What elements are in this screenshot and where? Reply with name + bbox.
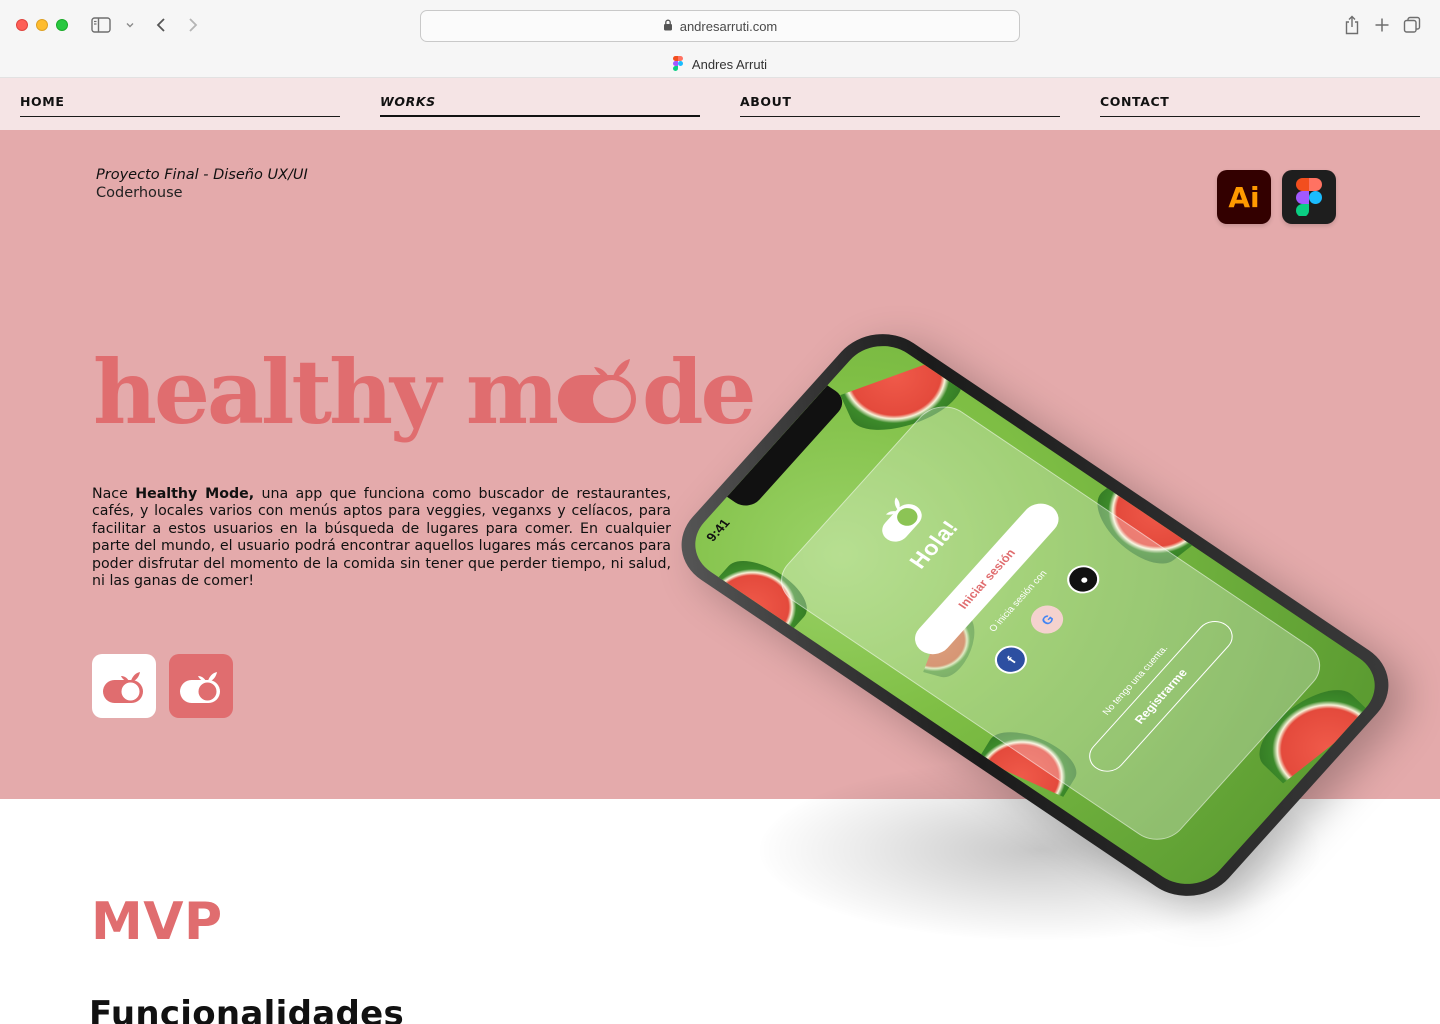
share-icon[interactable] xyxy=(1343,14,1361,36)
chevron-down-icon[interactable] xyxy=(123,14,137,36)
forward-icon[interactable] xyxy=(184,14,202,36)
apple-toggle-icon xyxy=(556,359,642,425)
window-controls xyxy=(16,19,68,31)
sidebar-toggle-icon[interactable] xyxy=(90,14,112,36)
minimize-window-button[interactable] xyxy=(36,19,48,31)
apple-icon[interactable]: ● xyxy=(1060,559,1106,600)
app-icon-light xyxy=(92,654,156,718)
zoom-window-button[interactable] xyxy=(56,19,68,31)
nav-works[interactable]: WORKS xyxy=(380,94,700,117)
project-title: Proyecto Final - Diseño UX/UI xyxy=(96,167,308,183)
register-button[interactable]: Registrarme xyxy=(1081,614,1241,779)
app-icon-dark xyxy=(169,654,233,718)
close-window-button[interactable] xyxy=(16,19,28,31)
back-icon[interactable] xyxy=(152,14,170,36)
lock-icon xyxy=(663,19,673,34)
apple-toggle-icon xyxy=(180,672,220,703)
status-time: 9:41 xyxy=(702,516,733,544)
nav-contact[interactable]: CONTACT xyxy=(1100,94,1420,117)
url-text: andresarruti.com xyxy=(679,18,778,34)
figma-icon xyxy=(1282,170,1336,224)
browser-chrome: andresarruti.com Andres Arruti xyxy=(0,0,1440,78)
description-app-name: Healthy Mode, xyxy=(135,486,255,502)
section-subtitle: Funcionalidades xyxy=(89,994,404,1024)
apple-toggle-icon xyxy=(103,672,143,703)
tab-title-text: Andres Arruti xyxy=(691,56,768,72)
brand-text-right: de xyxy=(641,340,757,444)
brand-text-left: healthy m xyxy=(93,340,559,444)
description-prefix: Nace xyxy=(92,486,136,502)
site-nav: HOME WORKS ABOUT CONTACT xyxy=(0,78,1440,130)
illustrator-label: Ai xyxy=(1228,180,1260,214)
new-tab-icon[interactable] xyxy=(1373,14,1391,36)
nav-home[interactable]: HOME xyxy=(20,94,340,117)
facebook-icon[interactable]: f xyxy=(988,640,1034,680)
google-icon[interactable]: G xyxy=(1024,599,1070,640)
healthy-mode-logo: healthy m de xyxy=(93,348,756,436)
section-title: MVP xyxy=(91,892,223,952)
illustrator-icon: Ai xyxy=(1217,170,1271,224)
project-description: Nace Healthy Mode, una app que funciona … xyxy=(92,486,671,590)
active-tab[interactable]: Andres Arruti xyxy=(0,56,1440,72)
address-bar[interactable]: andresarruti.com xyxy=(420,10,1020,42)
project-organization: Coderhouse xyxy=(96,185,183,201)
nav-about[interactable]: ABOUT xyxy=(740,94,1060,117)
figma-favicon-icon xyxy=(672,56,683,72)
tab-overview-icon[interactable] xyxy=(1402,14,1422,36)
